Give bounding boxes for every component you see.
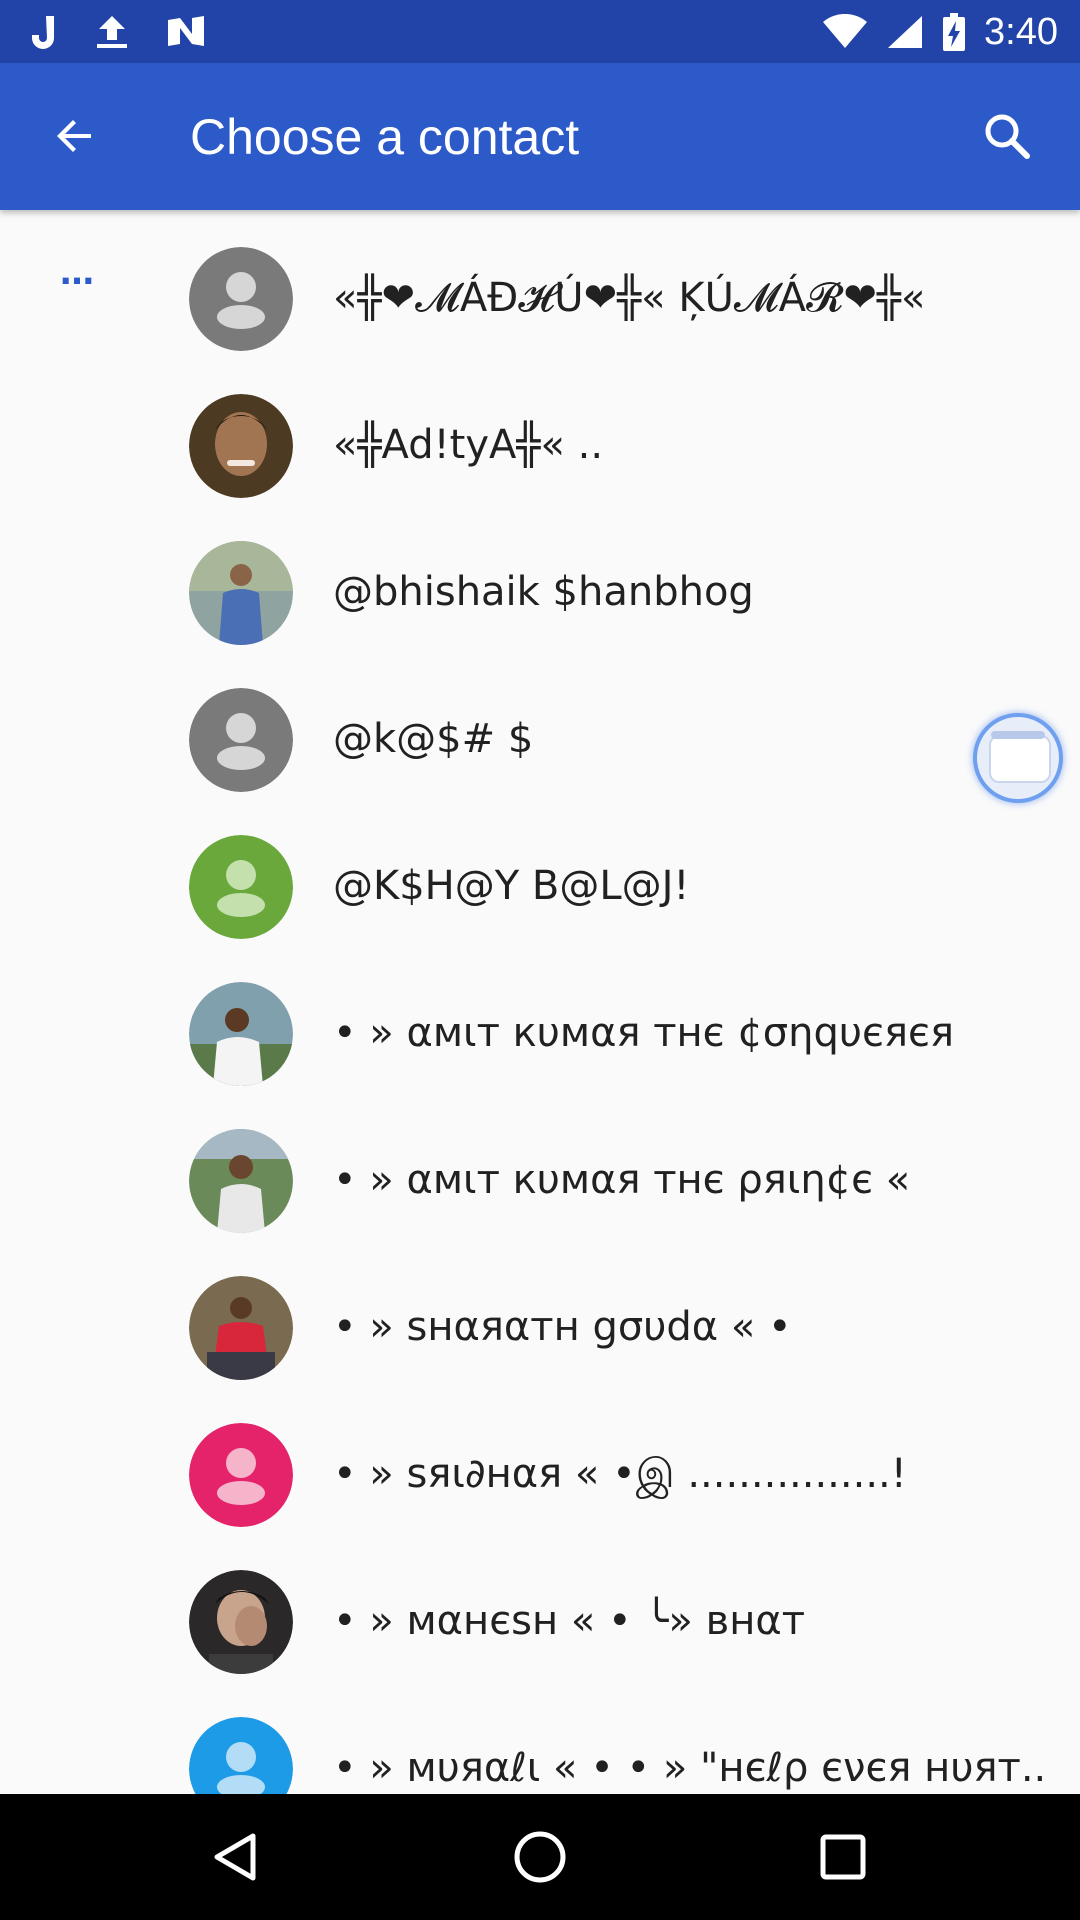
contact-row[interactable]: • » мαнєѕн « • ╰» внαт <box>0 1533 1080 1680</box>
contact-name: • » αмιт кυмαя тнє ¢σηqυєяєя <box>333 1010 955 1056</box>
contact-name: • » мαнєѕн « • ╰» внαт <box>333 1598 806 1644</box>
status-bar: 3:40 <box>0 0 1080 63</box>
page-title: Choose a contact <box>190 109 580 165</box>
avatar <box>189 1276 293 1380</box>
n-app-icon <box>166 14 206 50</box>
contact-row[interactable]: @k@$# $ <box>0 651 1080 798</box>
avatar <box>189 982 293 1086</box>
home-circle-icon <box>514 1831 566 1883</box>
contact-name: • » мυяαℓι « • • » "нєℓρ єνєя нυят.. <box>333 1745 1047 1791</box>
contact-name: «╬Ad!tyA╬« .. <box>333 422 604 468</box>
contact-row[interactable]: @K$H@Y B@L@J! <box>0 798 1080 945</box>
avatar <box>189 394 293 498</box>
chat-head-icon[interactable] <box>973 713 1063 803</box>
avatar <box>189 247 293 351</box>
avatar <box>189 688 293 792</box>
avatar <box>189 1570 293 1674</box>
app-bar: Choose a contact <box>0 63 1080 210</box>
avatar <box>189 1717 293 1794</box>
battery-charging-icon <box>942 12 966 52</box>
contact-name: • » ѕяι∂нαя « •இ ................! <box>333 1451 907 1497</box>
avatar <box>189 1423 293 1527</box>
avatar <box>189 835 293 939</box>
nav-home-button[interactable] <box>505 1822 575 1892</box>
section-header: … <box>60 253 94 293</box>
status-right-icons: 3:40 <box>822 8 1058 56</box>
nav-bar <box>0 1794 1080 1920</box>
nav-back-button[interactable] <box>200 1822 270 1892</box>
contact-name: @k@$# $ <box>333 716 534 762</box>
search-icon <box>985 114 1030 159</box>
contact-list[interactable]: … «╬❤𝓜ÁĐ𝓗Ú❤╬« ĶÚ𝓜Á𝓡❤╬« «╬Ad!tyA╬« .. @bh… <box>0 210 1080 1794</box>
back-button[interactable] <box>42 103 108 169</box>
recents-square-icon <box>820 1834 866 1880</box>
back-triangle-icon <box>214 1833 256 1881</box>
contact-name: «╬❤𝓜ÁĐ𝓗Ú❤╬« ĶÚ𝓜Á𝓡❤╬« <box>333 275 926 321</box>
contact-row[interactable]: «╬Ad!tyA╬« .. <box>0 357 1080 504</box>
avatar <box>189 1129 293 1233</box>
signal-icon <box>886 14 924 50</box>
contact-name: @K$H@Y B@L@J! <box>333 863 690 909</box>
contact-row[interactable]: • » ѕяι∂нαя « •இ ................! <box>0 1386 1080 1533</box>
contact-row[interactable]: • » αмιт кυмαя тнє ρяιη¢є « <box>0 1092 1080 1239</box>
contact-row[interactable]: @bhishaik $hanbhog <box>0 504 1080 651</box>
contact-row[interactable]: … «╬❤𝓜ÁĐ𝓗Ú❤╬« ĶÚ𝓜Á𝓡❤╬« <box>0 210 1080 357</box>
avatar <box>189 541 293 645</box>
search-button[interactable] <box>974 103 1040 169</box>
wifi-icon <box>822 14 868 50</box>
contact-name: • » αмιт кυмαя тнє ρяιη¢є « <box>333 1157 911 1203</box>
contact-row[interactable]: • » αмιт кυмαя тнє ¢σηqυєяєя <box>0 945 1080 1092</box>
contact-name: @bhishaik $hanbhog <box>333 569 754 615</box>
contact-name: • » ѕнαяαтн gσυdα « • <box>333 1304 792 1350</box>
status-left-icons <box>30 8 206 56</box>
j-app-icon <box>30 12 58 52</box>
nav-recents-button[interactable] <box>808 1822 878 1892</box>
clock: 3:40 <box>984 10 1058 53</box>
contact-row[interactable]: • » ѕнαяαтн gσυdα « • <box>0 1239 1080 1386</box>
arrow-back-icon <box>57 120 91 152</box>
upload-icon <box>92 12 132 52</box>
contact-row[interactable]: • » мυяαℓι « • • » "нєℓρ єνєя нυят.. <box>0 1680 1080 1794</box>
